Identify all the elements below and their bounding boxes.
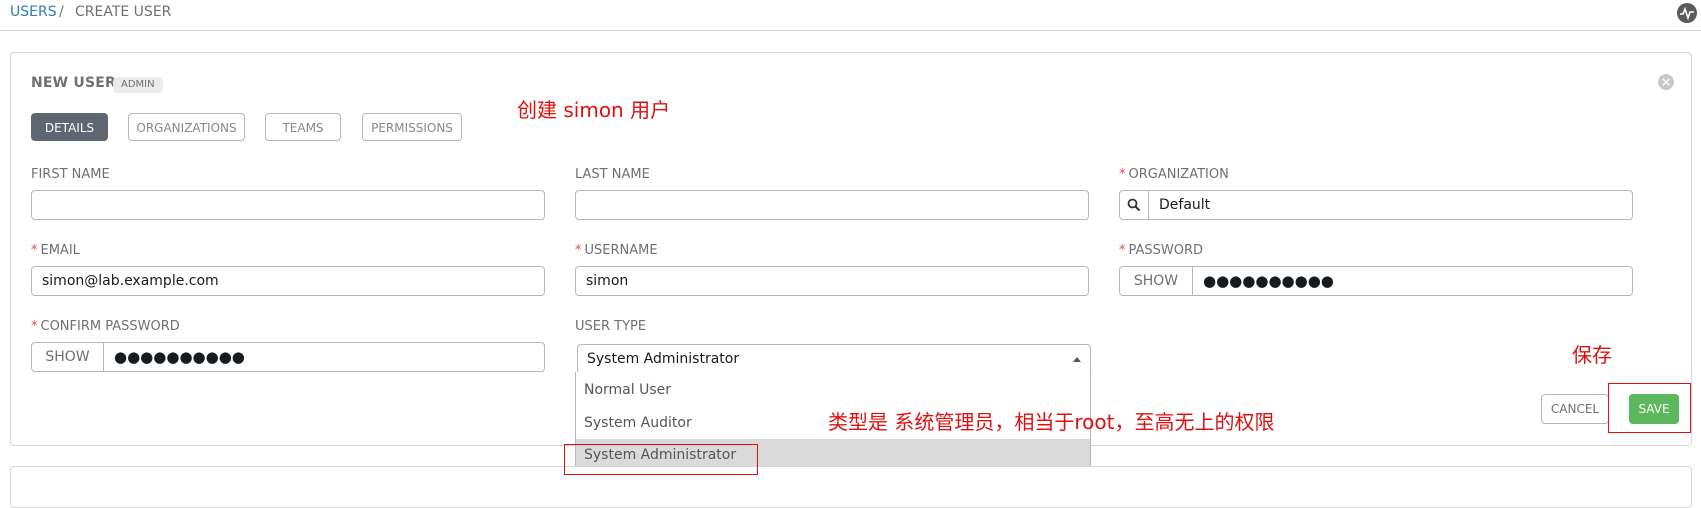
confirm-password-label: * CONFIRM PASSWORD [31, 319, 180, 334]
close-icon[interactable]: × [1658, 74, 1674, 90]
confirm-password-show-button[interactable]: SHOW [31, 342, 104, 372]
panel-title: NEW USER [31, 75, 116, 91]
organization-search-button[interactable] [1119, 190, 1149, 220]
tab-teams[interactable]: TEAMS [265, 113, 341, 141]
tab-details[interactable]: DETAILS [31, 113, 108, 141]
annotation-user-type: 类型是 系统管理员，相当于root，至高无上的权限 [828, 410, 1275, 434]
password-label: * PASSWORD [1119, 243, 1204, 258]
search-icon [1127, 198, 1141, 212]
last-name-field[interactable] [575, 190, 1089, 220]
required-marker: * [1119, 167, 1126, 182]
last-name-label: LAST NAME [575, 167, 650, 182]
top-bar [0, 0, 1701, 31]
username-label: * USERNAME [575, 243, 658, 258]
user-type-select[interactable]: System Administrator [577, 344, 1091, 374]
option-normal-user[interactable]: Normal User [576, 374, 1090, 406]
annotation-option-box [564, 444, 758, 475]
breadcrumb-current: CREATE USER [75, 4, 172, 20]
password-show-button[interactable]: SHOW [1119, 266, 1193, 296]
breadcrumb-separator: / [59, 4, 64, 20]
admin-badge: ADMIN [113, 77, 163, 93]
caret-up-icon [1073, 357, 1081, 362]
password-field[interactable]: ●●●●●●●●●● [1192, 266, 1633, 296]
cancel-button[interactable]: CANCEL [1541, 394, 1609, 424]
annotation-create-user: 创建 simon 用户 [517, 98, 671, 122]
organization-field[interactable]: Default [1148, 190, 1633, 220]
email-label: * EMAIL [31, 243, 80, 258]
activity-stream-icon[interactable] [1677, 3, 1697, 23]
user-type-selected: System Administrator [587, 351, 740, 367]
confirm-password-field[interactable]: ●●●●●●●●●● [103, 342, 545, 372]
breadcrumb-users-link[interactable]: USERS [10, 4, 57, 20]
tab-organizations[interactable]: ORGANIZATIONS [128, 113, 245, 141]
annotation-save-box [1608, 383, 1691, 433]
user-type-label: USER TYPE [575, 319, 647, 334]
lower-panel [10, 466, 1692, 508]
first-name-label: FIRST NAME [31, 167, 110, 182]
tab-permissions[interactable]: PERMISSIONS [362, 113, 462, 141]
username-field[interactable]: simon [575, 266, 1089, 296]
first-name-field[interactable] [31, 190, 545, 220]
organization-label: * ORGANIZATION [1119, 167, 1229, 182]
annotation-save: 保存 [1572, 343, 1612, 367]
email-field[interactable]: simon@lab.example.com [31, 266, 545, 296]
